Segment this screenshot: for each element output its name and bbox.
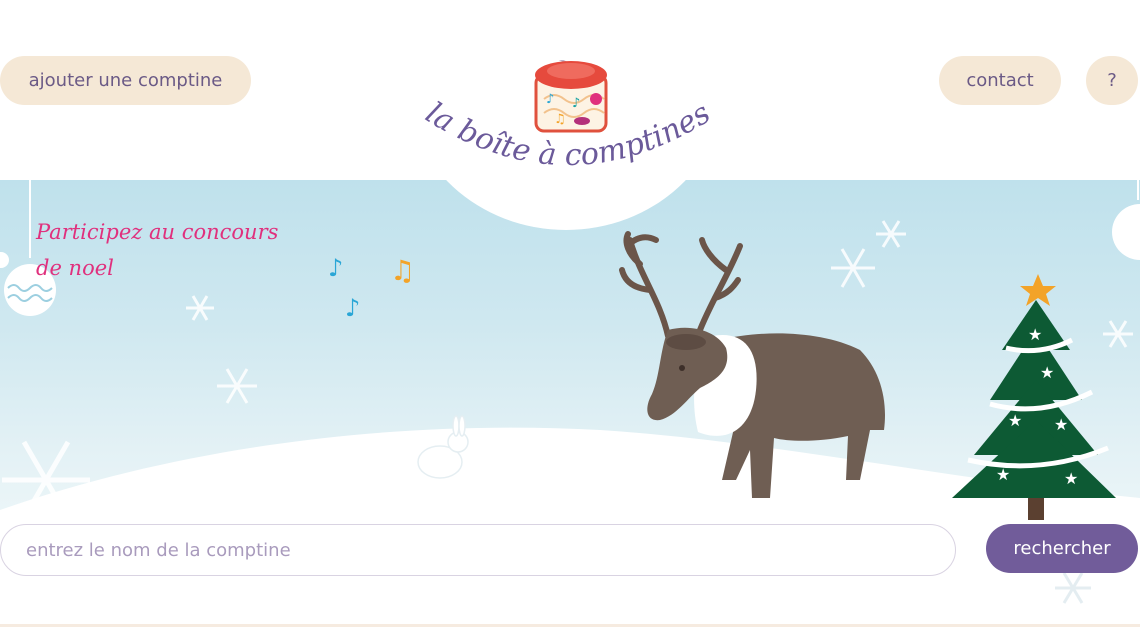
svg-text:★: ★ (1064, 469, 1078, 488)
svg-text:★: ★ (1054, 415, 1068, 434)
contest-line-1: Participez au concours (36, 220, 279, 244)
christmas-contest-link[interactable]: Participez au concours de noel (36, 214, 278, 286)
contact-button[interactable]: contact (939, 56, 1061, 105)
search-button[interactable]: rechercher (986, 524, 1138, 573)
contest-line-2: de noel (36, 256, 114, 280)
svg-text:★: ★ (1028, 325, 1042, 344)
search-input[interactable] (0, 524, 956, 576)
footer-divider (0, 624, 1140, 627)
svg-text:★: ★ (1008, 411, 1022, 430)
svg-text:♪: ♪ (328, 254, 343, 282)
svg-text:★: ★ (996, 465, 1010, 484)
music-note-icon: ♪ ♪ ♫ (328, 254, 415, 322)
help-button[interactable]: ? (1086, 56, 1138, 105)
site-logo[interactable]: la boîte à comptines (418, 100, 718, 190)
svg-text:♫: ♫ (390, 254, 415, 287)
add-nursery-rhyme-button[interactable]: ajouter une comptine (0, 56, 251, 105)
svg-text:la boîte à comptines: la boîte à comptines (419, 100, 716, 173)
christmas-tree: ★ ★ ★ ★ ★ ★ (952, 274, 1116, 520)
svg-text:★: ★ (1040, 363, 1054, 382)
svg-text:♪: ♪ (345, 294, 360, 322)
logo-title: la boîte à comptines (419, 100, 716, 173)
